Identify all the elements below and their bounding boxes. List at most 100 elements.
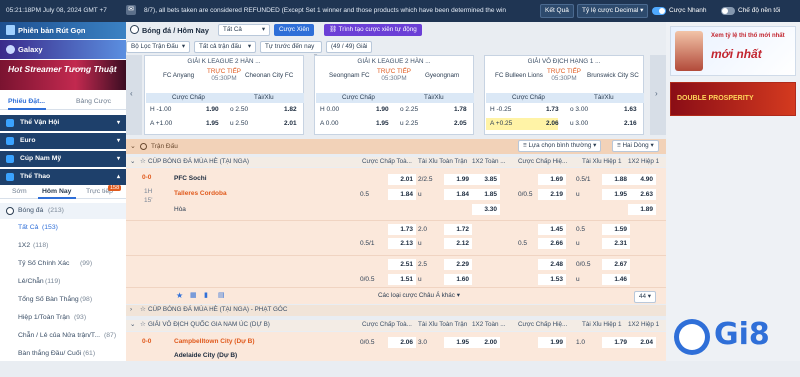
galaxy-banner[interactable]: Galaxy — [0, 40, 126, 59]
quick-bet-toggle[interactable] — [652, 7, 666, 15]
ft-hdp-odds-cell[interactable]: 1.73 — [388, 224, 416, 235]
league-header[interactable]: › ☆ CÚP BÓNG ĐÁ MÙA HÈ (TẠI NGA) - PHẠT … — [126, 305, 666, 316]
ou-odds[interactable]: 1.82 — [284, 106, 297, 113]
1h-ou-odds-cell[interactable]: 2.31 — [602, 238, 630, 249]
odds-row[interactable]: H 0.00 1.90 o 2.25 1.78 — [316, 104, 474, 116]
ft-hdp-odds-cell[interactable]: 1.51 — [388, 274, 416, 285]
handicap-odds[interactable]: 1.90 — [206, 106, 219, 113]
ft-hdp-odds-cell[interactable]: 2.51 — [388, 259, 416, 270]
1h-ou-odds-cell[interactable]: 1.95 — [602, 189, 630, 200]
1h-hdp-odds-cell[interactable]: 1.53 — [538, 274, 566, 285]
ft-hdp-odds-cell[interactable]: 2.01 — [388, 174, 416, 185]
ft-1x2-odds-cell[interactable] — [472, 259, 500, 270]
selection-mode-select[interactable]: ≡ Lựa chọn bình thường ▾ — [518, 140, 602, 152]
star-icon[interactable]: ☆ — [140, 158, 146, 165]
featured-match-card[interactable]: GIẢI K LEAGUE 2 HÀN ... Seongnam FC TRỰC… — [314, 55, 474, 135]
ft-ou-odds-cell[interactable]: 1.95 — [444, 337, 472, 348]
handicap-odds[interactable]: 1.95 — [376, 120, 389, 127]
ft-ou-odds-cell[interactable]: 1.60 — [444, 274, 472, 285]
sidebar-item-odd-even[interactable]: Lẻ/Chẵn (119) — [0, 276, 126, 288]
ft-hdp-odds-cell[interactable]: 1.84 — [388, 189, 416, 200]
ft-ou-odds-cell[interactable]: 2.12 — [444, 238, 472, 249]
sidebar-item-half-full[interactable]: Hiệp 1/Toàn Trận (93) — [0, 312, 126, 324]
stats-icon[interactable]: ▦ — [190, 291, 197, 299]
odds-row[interactable]: H -1.00 1.90 o 2.50 1.82 — [146, 104, 304, 116]
1h-hdp-odds-cell[interactable]: 1.99 — [538, 337, 566, 348]
sidebar-item-first-last-goal[interactable]: Bàn thắng Đầu/ Cuối (61) — [0, 348, 126, 360]
1h-1x2-odds-cell[interactable] — [628, 224, 656, 235]
1h-1x2-odds-cell[interactable]: 2.04 — [628, 337, 656, 348]
parlay-button[interactable]: Cược Xiên — [274, 24, 315, 36]
1h-hdp-odds-cell[interactable] — [538, 204, 566, 215]
ft-1x2-odds-cell[interactable]: 1.85 — [472, 189, 500, 200]
featured-next-button[interactable]: › — [650, 55, 666, 135]
league-header[interactable]: ⌄ ☆ GIẢI VÔ ĐỊCH QUỐC GIA NAM ÚC (DỰ B) … — [126, 320, 666, 331]
ft-ou-odds-cell[interactable]: 1.84 — [444, 189, 472, 200]
ft-1x2-odds-cell[interactable] — [472, 224, 500, 235]
menu-item-euro[interactable]: Euro ▾ — [0, 133, 126, 149]
ou-odds[interactable]: 2.16 — [624, 120, 637, 127]
more-markets-link[interactable]: Các loại cược Châu Á khác ▾ — [378, 292, 460, 299]
odds-row-selected[interactable]: A +0.25 2.06 u 3.00 2.16 — [486, 118, 644, 130]
1h-1x2-odds-cell[interactable]: 2.63 — [628, 189, 656, 200]
ft-1x2-odds-cell[interactable] — [472, 238, 500, 249]
1h-ou-odds-cell[interactable]: 1.88 — [602, 174, 630, 185]
compact-version-banner[interactable]: Phiên bản Rút Gọn — [0, 22, 126, 39]
sport-header[interactable]: Bóng đá (213) — [0, 203, 126, 219]
odds-row[interactable]: A 0.00 1.95 u 2.25 2.05 — [316, 118, 474, 130]
handicap-odds[interactable]: 1.95 — [206, 120, 219, 127]
view-mode-select[interactable]: ≡ Hai Dòng ▾ — [612, 140, 659, 152]
ou-odds[interactable]: 2.01 — [284, 120, 297, 127]
1h-hdp-odds-cell[interactable]: 2.66 — [538, 238, 566, 249]
collapse-icon[interactable]: ⌄ — [130, 142, 136, 150]
ou-odds[interactable]: 1.78 — [454, 106, 467, 113]
1h-hdp-odds-cell[interactable]: 2.48 — [538, 259, 566, 270]
ft-hdp-odds-cell[interactable] — [388, 204, 416, 215]
handicap-odds[interactable]: 1.90 — [376, 106, 389, 113]
tab-today[interactable]: Hôm Nay — [42, 188, 71, 195]
sidebar-item-correct-score[interactable]: Tỷ Số Chính Xác (99) — [0, 258, 126, 270]
ft-ou-odds-cell[interactable] — [444, 204, 472, 215]
ft-ou-odds-cell[interactable]: 1.99 — [444, 174, 472, 185]
ft-1x2-odds-cell[interactable]: 2.00 — [472, 337, 500, 348]
ou-odds[interactable]: 1.63 — [624, 106, 637, 113]
chart-icon[interactable]: ▮ — [204, 291, 208, 299]
ft-hdp-odds-cell[interactable]: 2.06 — [388, 337, 416, 348]
tab-bet-list[interactable]: Bảng Cược — [76, 98, 111, 105]
ft-ou-odds-cell[interactable]: 2.29 — [444, 259, 472, 270]
1h-1x2-odds-cell[interactable] — [628, 238, 656, 249]
auto-parlay-button[interactable]: ⛓ Trình tạo cược xiên tự động — [324, 24, 422, 36]
handicap-odds[interactable]: 2.06 — [546, 120, 559, 127]
league-filter-select[interactable]: Bộ Lọc Trận Đấu ▾ — [126, 41, 190, 53]
1h-1x2-odds-cell[interactable] — [628, 274, 656, 285]
odds-row[interactable]: H -0.25 1.73 o 3.00 1.63 — [486, 104, 644, 116]
featured-match-card[interactable]: GIẢI K LEAGUE 2 HÀN ... FC Anyang TRỰC T… — [144, 55, 304, 135]
league-count[interactable]: (49 / 49) Giải — [326, 41, 372, 53]
ad-banner-promo[interactable]: DOUBLE PROSPERITY — [670, 82, 796, 116]
1h-1x2-odds-cell[interactable]: 4.90 — [628, 174, 656, 185]
handicap-odds[interactable]: 1.73 — [546, 106, 559, 113]
menu-item-olympics[interactable]: Thể Vận Hội ▾ — [0, 115, 126, 131]
1h-hdp-odds-cell[interactable]: 1.45 — [538, 224, 566, 235]
ou-odds[interactable]: 2.05 — [454, 120, 467, 127]
1h-ou-odds-cell[interactable]: 2.67 — [602, 259, 630, 270]
ft-1x2-odds-cell[interactable]: 3.85 — [472, 174, 500, 185]
featured-match-card[interactable]: GIẢI VÔ ĐỊCH HẠNG 1 ... FC Bulleen Lions… — [484, 55, 644, 135]
league-header[interactable]: ⌄ ☆ CÚP BÓNG ĐÁ MÙA HÈ (TẠI NGA) Cược Ch… — [126, 157, 666, 167]
1h-ou-odds-cell[interactable] — [602, 204, 630, 215]
sidebar-item-total-goals[interactable]: Tổng Số Bàn Thắng (98) — [0, 294, 126, 306]
tab-betslip[interactable]: Phiếu Đặt... — [8, 98, 45, 105]
1h-1x2-odds-cell[interactable]: 1.89 — [628, 204, 656, 215]
tab-early[interactable]: Sớm — [12, 188, 27, 195]
sidebar-item-all[interactable]: Tất Cả (153) — [0, 222, 126, 234]
sidebar-item-half-odd-even[interactable]: Chẵn / Lẻ của Nửa trận/T... (87) — [0, 330, 126, 342]
star-icon[interactable]: ☆ — [140, 321, 146, 328]
ft-1x2-odds-cell[interactable] — [472, 274, 500, 285]
ft-ou-odds-cell[interactable]: 1.72 — [444, 224, 472, 235]
1h-ou-odds-cell[interactable]: 1.59 — [602, 224, 630, 235]
collapse-icon[interactable]: ⌄ — [130, 321, 135, 328]
1h-hdp-odds-cell[interactable]: 1.69 — [538, 174, 566, 185]
sort-select[interactable]: Tự trước đến nay▾ — [260, 41, 322, 60]
ft-hdp-odds-cell[interactable]: 2.13 — [388, 238, 416, 249]
star-icon[interactable]: ☆ — [140, 306, 146, 313]
